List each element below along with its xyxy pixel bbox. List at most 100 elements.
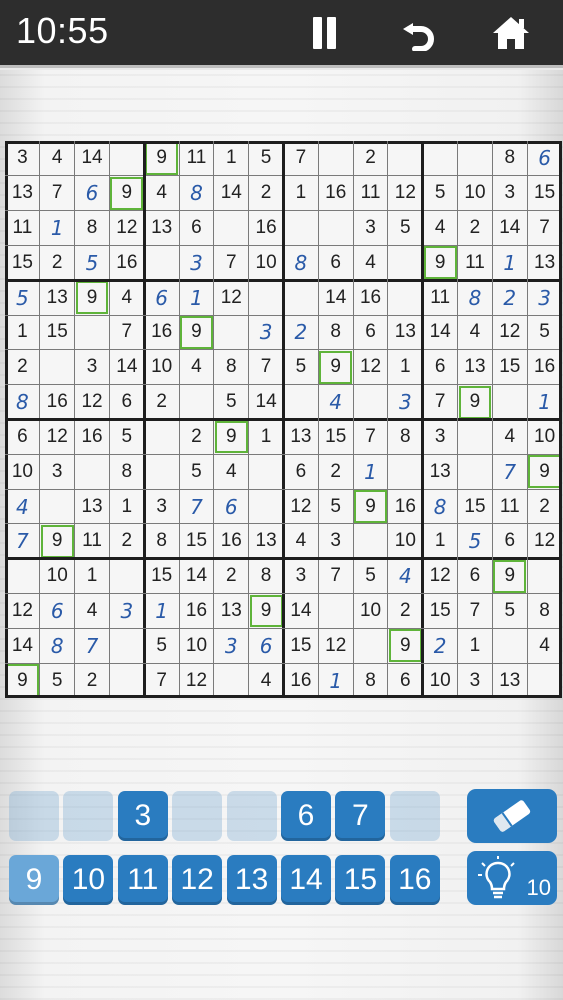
- board-cell[interactable]: 15: [528, 177, 561, 210]
- board-cell[interactable]: 9: [214, 420, 248, 454]
- number-key-3[interactable]: 3: [117, 791, 168, 841]
- board-cell[interactable]: 16: [41, 386, 74, 419]
- board-cell[interactable]: 4: [319, 386, 352, 419]
- board-cell[interactable]: 7: [145, 664, 178, 697]
- board-cell[interactable]: 8: [41, 629, 74, 662]
- board-cell[interactable]: 3: [319, 525, 352, 558]
- board-cell[interactable]: 4: [215, 455, 248, 488]
- board-cell[interactable]: 10: [424, 664, 457, 697]
- board-cell[interactable]: [493, 629, 526, 662]
- board-cell[interactable]: 4: [354, 246, 387, 279]
- board-cell[interactable]: 10: [389, 525, 422, 558]
- board-cell[interactable]: 9: [249, 594, 283, 628]
- board-cell[interactable]: 6: [250, 629, 283, 662]
- board-cell[interactable]: 6: [493, 525, 526, 558]
- board-cell[interactable]: 6: [180, 212, 213, 245]
- board-cell[interactable]: 12: [319, 629, 352, 662]
- board-cell[interactable]: 11: [493, 490, 526, 523]
- board-cell[interactable]: [110, 629, 143, 662]
- board-cell[interactable]: 5: [389, 212, 422, 245]
- board-cell[interactable]: 9: [110, 176, 144, 210]
- number-key-6[interactable]: 6: [281, 791, 331, 841]
- board-cell[interactable]: 6: [215, 490, 248, 523]
- board-cell[interactable]: 4: [459, 316, 492, 349]
- board-cell[interactable]: 14: [319, 281, 352, 314]
- board-cell[interactable]: 6: [41, 595, 74, 628]
- board-cell[interactable]: 2: [354, 142, 387, 175]
- board-cell[interactable]: 2: [41, 246, 74, 279]
- board-cell[interactable]: [389, 246, 422, 279]
- board-cell[interactable]: [110, 142, 143, 175]
- board-cell[interactable]: 11: [459, 246, 492, 279]
- board-cell[interactable]: 1: [76, 560, 109, 593]
- board-cell[interactable]: 6: [145, 281, 178, 314]
- board-cell[interactable]: 2: [285, 316, 318, 349]
- board-cell[interactable]: 5: [6, 281, 39, 314]
- board-cell[interactable]: 2: [424, 629, 457, 662]
- board-cell[interactable]: 13: [459, 351, 492, 384]
- board-cell[interactable]: [528, 664, 561, 697]
- eraser-button[interactable]: [467, 789, 557, 843]
- board-cell[interactable]: [250, 281, 283, 314]
- board-cell[interactable]: 3: [110, 595, 143, 628]
- board-cell[interactable]: 4: [180, 351, 213, 384]
- board-cell[interactable]: 2: [215, 560, 248, 593]
- home-button[interactable]: [486, 10, 536, 56]
- board-cell[interactable]: 9: [458, 385, 492, 419]
- board-cell[interactable]: 10: [6, 455, 39, 488]
- board-cell[interactable]: 12: [76, 386, 109, 419]
- board-cell[interactable]: 8: [6, 386, 39, 419]
- hint-button[interactable]: 10: [467, 851, 557, 905]
- board-cell[interactable]: 5: [285, 351, 318, 384]
- board-cell[interactable]: 11: [6, 212, 39, 245]
- board-cell[interactable]: 8: [250, 560, 283, 593]
- board-cell[interactable]: 9: [388, 629, 422, 663]
- board-cell[interactable]: 14: [285, 595, 318, 628]
- board-cell[interactable]: 11: [76, 525, 109, 558]
- board-cell[interactable]: 11: [354, 177, 387, 210]
- board-cell[interactable]: 6: [110, 386, 143, 419]
- board-cell[interactable]: 5: [528, 316, 561, 349]
- board-cell[interactable]: [41, 490, 74, 523]
- board-cell[interactable]: [528, 560, 561, 593]
- board-cell[interactable]: 7: [424, 386, 457, 419]
- board-cell[interactable]: 1: [354, 455, 387, 488]
- board-cell[interactable]: 1: [493, 246, 526, 279]
- board-cell[interactable]: 6: [459, 560, 492, 593]
- board-cell[interactable]: 12: [41, 421, 74, 454]
- board-cell[interactable]: 3: [285, 560, 318, 593]
- board-cell[interactable]: 13: [215, 595, 248, 628]
- board-cell[interactable]: 15: [145, 560, 178, 593]
- board-cell[interactable]: 4: [6, 490, 39, 523]
- board-cell[interactable]: [145, 455, 178, 488]
- board-cell[interactable]: 14: [424, 316, 457, 349]
- board-cell[interactable]: [389, 455, 422, 488]
- board-cell[interactable]: 5: [493, 595, 526, 628]
- board-cell[interactable]: 11: [424, 281, 457, 314]
- undo-button[interactable]: [394, 10, 444, 56]
- board-cell[interactable]: 10: [41, 560, 74, 593]
- board-cell[interactable]: 14: [250, 386, 283, 419]
- board-cell[interactable]: [145, 421, 178, 454]
- board-cell[interactable]: 3: [180, 246, 213, 279]
- board-cell[interactable]: 13: [528, 246, 561, 279]
- board-cell[interactable]: 7: [6, 525, 39, 558]
- board-cell[interactable]: 8: [76, 212, 109, 245]
- board-cell[interactable]: 7: [110, 316, 143, 349]
- board-cell[interactable]: 1: [528, 386, 561, 419]
- board-cell[interactable]: 7: [319, 560, 352, 593]
- board-cell[interactable]: 9: [319, 350, 353, 384]
- board-cell[interactable]: 4: [285, 525, 318, 558]
- board-cell[interactable]: [424, 142, 457, 175]
- number-key-13[interactable]: 13: [226, 855, 277, 905]
- board-cell[interactable]: 15: [285, 629, 318, 662]
- board-cell[interactable]: 16: [354, 281, 387, 314]
- board-cell[interactable]: 2: [110, 525, 143, 558]
- board-cell[interactable]: 8: [110, 455, 143, 488]
- board-cell[interactable]: 1: [180, 281, 213, 314]
- board-cell[interactable]: [76, 316, 109, 349]
- board-cell[interactable]: [6, 560, 39, 593]
- board-cell[interactable]: 3: [424, 421, 457, 454]
- board-cell[interactable]: 13: [76, 490, 109, 523]
- board-cell[interactable]: 12: [285, 490, 318, 523]
